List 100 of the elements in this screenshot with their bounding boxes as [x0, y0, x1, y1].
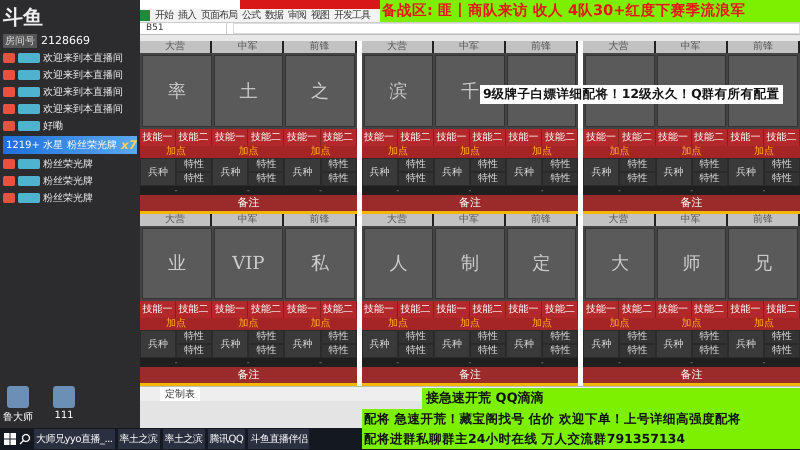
- ribbon-tab[interactable]: 开始: [155, 10, 173, 22]
- points-cell: 加点: [212, 318, 284, 330]
- points-cell: 加点: [140, 146, 212, 158]
- trait-cell: 特性: [248, 330, 284, 344]
- room-number: 2128669: [41, 34, 90, 47]
- position-header: 中军: [434, 214, 506, 226]
- stream-logo: 斗鱼: [3, 4, 43, 31]
- ribbon-tab[interactable]: 数据: [265, 10, 283, 22]
- taskbar-app[interactable]: 大师兄yyo直播_...: [34, 429, 114, 449]
- trait-cell: 特性: [619, 344, 656, 358]
- trait-cell: 特性: [176, 344, 212, 358]
- points-cell: 加点: [434, 146, 506, 158]
- taskbar-app[interactable]: 率土之滨: [118, 429, 160, 449]
- trait-cell: 特性: [248, 158, 284, 172]
- troop-cell: 兵种: [506, 330, 542, 358]
- portrait-character: 师: [682, 252, 701, 276]
- dash-cell: -: [362, 358, 434, 367]
- trait-cell: 特性: [619, 330, 656, 344]
- position-header: 中军: [212, 214, 284, 226]
- troop-cell: 兵种: [656, 330, 692, 358]
- troop-cell: 兵种: [728, 330, 764, 358]
- troop-cell: 兵种: [583, 158, 620, 186]
- portrait-character: 率: [168, 80, 186, 103]
- note-bar: 备注: [140, 194, 357, 210]
- position-header: 前锋: [284, 214, 357, 226]
- ribbon-tab[interactable]: 视图: [311, 10, 329, 22]
- position-header: 中军: [656, 41, 728, 53]
- fan-badge: [18, 121, 40, 131]
- fan-badge: [18, 53, 40, 63]
- trait-cell: 特性: [398, 330, 434, 344]
- points-cell: 加点: [212, 146, 284, 158]
- trait-cell: 特性: [320, 344, 357, 358]
- chat-message: 欢迎来到本直播间: [43, 68, 123, 82]
- ribbon-tab[interactable]: 开发工具: [334, 10, 370, 22]
- desktop-app-icon[interactable]: [53, 386, 75, 408]
- portrait-character: 业: [168, 252, 186, 276]
- position-header: 中军: [434, 41, 506, 53]
- chat-message: 好嘞: [43, 120, 63, 133]
- points-cell: 加点: [362, 146, 434, 158]
- trait-cell: 特性: [619, 172, 656, 186]
- chat-message: 粉丝荣光牌: [43, 158, 93, 171]
- promo-caption: 9级牌子白嫖详细配将！12级永久！Q群有所有配置: [480, 85, 783, 104]
- trait-cell: 特性: [692, 172, 728, 186]
- trait-cell: 特性: [176, 172, 212, 186]
- note-bar: 备注: [583, 194, 800, 210]
- troop-cell: 兵种: [284, 158, 321, 186]
- trait-cell: 特性: [692, 344, 728, 358]
- ribbon-tab[interactable]: 公式: [242, 10, 260, 22]
- windows-start-icon[interactable]: [4, 433, 16, 445]
- points-cell: 加点: [362, 318, 434, 330]
- user-level-badge: [3, 104, 15, 114]
- position-header: 前锋: [284, 41, 357, 53]
- troop-cell: 兵种: [506, 158, 542, 186]
- troop-cell: 兵种: [212, 330, 248, 358]
- fan-badge: [18, 159, 40, 169]
- trait-cell: 特性: [764, 172, 800, 186]
- points-cell: 加点: [583, 318, 656, 330]
- portrait-character: 之: [310, 80, 329, 103]
- user-level-badge: [3, 159, 15, 169]
- trait-cell: 特性: [619, 158, 656, 172]
- file-button[interactable]: [140, 10, 150, 21]
- points-cell: 加点: [728, 146, 800, 158]
- trait-cell: 特性: [248, 172, 284, 186]
- troop-cell: 兵种: [140, 158, 176, 186]
- user-level-badge: [3, 70, 15, 80]
- trait-cell: 特性: [176, 330, 212, 344]
- portrait-character: 大: [611, 252, 630, 276]
- dash-cell: -: [212, 358, 284, 367]
- taskbar-app[interactable]: 率土之滨: [162, 429, 204, 449]
- points-cell: 加点: [728, 318, 800, 330]
- taskbar-app[interactable]: 斗鱼直播伴侣: [248, 429, 310, 449]
- trait-cell: 特性: [398, 172, 434, 186]
- chat-message: 粉丝荣光牌: [43, 174, 93, 188]
- note-bar: 备注: [140, 367, 357, 383]
- troop-cell: 兵种: [656, 158, 692, 186]
- trait-cell: 特性: [542, 172, 578, 186]
- portrait-character: 定: [532, 252, 551, 276]
- dash-cell: -: [506, 358, 578, 367]
- search-icon[interactable]: [19, 433, 31, 445]
- trait-cell: 特性: [470, 330, 506, 344]
- ribbon-tab[interactable]: 插入: [178, 10, 196, 22]
- portrait-character: 制: [460, 252, 479, 276]
- troop-cell: 兵种: [362, 158, 398, 186]
- desktop-app-icon[interactable]: [7, 386, 29, 408]
- trait-cell: 特性: [542, 158, 578, 172]
- top-banner: 备战区: 匪丨商队来访 收人 4队30+红度下赛季流浪军: [380, 0, 800, 22]
- points-cell: 加点: [284, 318, 357, 330]
- chat-message: 欢迎来到本直播间: [43, 102, 123, 116]
- user-level-badge: [3, 121, 15, 131]
- gift-user: 1219+ 水星: [6, 138, 64, 152]
- position-header: 中军: [656, 214, 728, 226]
- sheet-tab[interactable]: 定制表: [160, 387, 200, 401]
- ribbon-tab[interactable]: 审阅: [288, 10, 306, 22]
- ribbon-tab[interactable]: 页面布局: [201, 10, 237, 22]
- note-bar: 备注: [362, 367, 578, 383]
- taskbar-app[interactable]: 腾讯QQ: [208, 429, 246, 449]
- promo-caption: 接急速开荒 QQ滴滴: [422, 388, 800, 409]
- points-cell: 加点: [506, 318, 578, 330]
- trait-cell: 特性: [398, 344, 434, 358]
- position-header: 前锋: [506, 41, 578, 53]
